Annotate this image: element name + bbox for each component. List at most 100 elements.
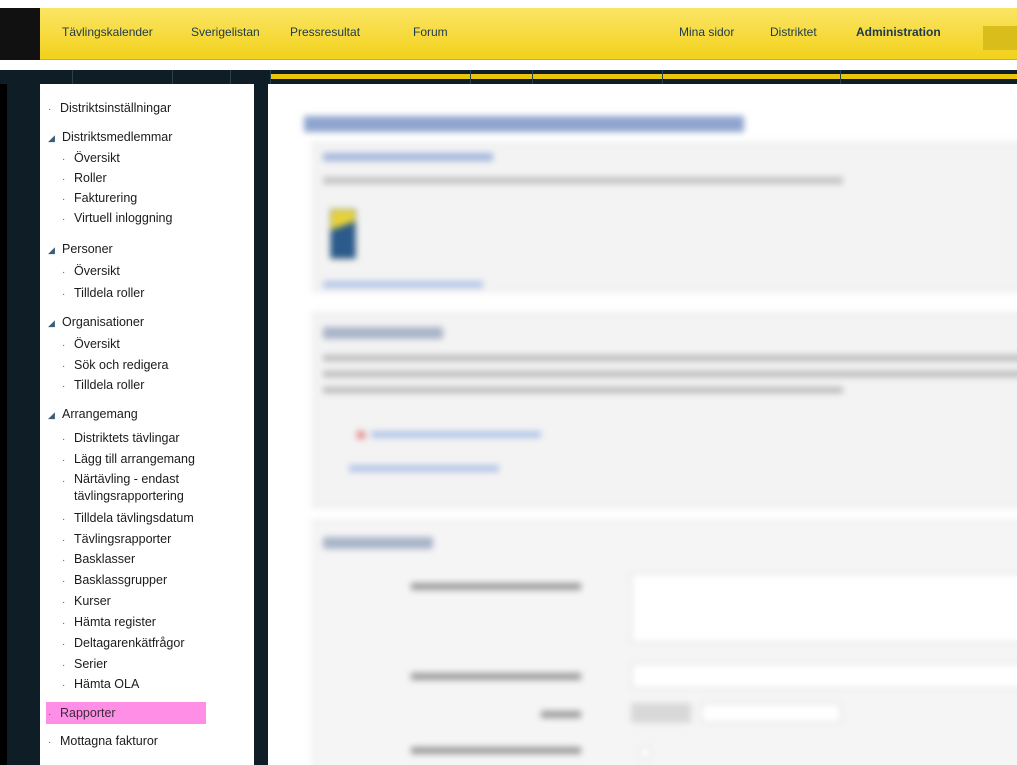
bullet-icon: ·: [62, 535, 66, 546]
sidebar-group-organisationer[interactable]: ◢ Organisationer: [48, 313, 246, 331]
sidebar-item-label: Distriktsmedlemmar: [62, 130, 173, 144]
panel-heading-placeholder: [323, 153, 493, 161]
sidebar-item-oversikt[interactable]: · Översikt: [62, 262, 248, 280]
settings-panel-3: [312, 520, 1017, 765]
panel-text-placeholder: [323, 355, 1017, 361]
bullet-icon: ·: [62, 680, 66, 691]
sidebar-item-tilldela-tavlingsdatum[interactable]: · Tilldela tävlingsdatum: [62, 509, 248, 527]
panel-heading-placeholder: [323, 537, 433, 549]
expanded-triangle-icon: ◢: [48, 318, 55, 328]
sidebar-item-nartavling[interactable]: · Närtävling - endast tävlingsrapporterin…: [62, 471, 248, 507]
expanded-triangle-icon: ◢: [48, 133, 55, 143]
yellow-accent-line: [270, 74, 1017, 79]
sidebar-item-hamta-ola[interactable]: · Hämta OLA: [62, 675, 248, 693]
sidebar-group-arrangemang[interactable]: ◢ Arrangemang: [48, 405, 246, 423]
sidebar-item-sok-och-redigera[interactable]: · Sök och redigera: [62, 356, 248, 374]
sidebar-item-label: Personer: [62, 242, 113, 256]
sidebar-item-serier[interactable]: · Serier: [62, 655, 248, 673]
sidebar-item-label: Distriktsinställningar: [60, 101, 172, 115]
sidebar-group-distriktsmedlemmar[interactable]: ◢ Distriktsmedlemmar: [48, 128, 246, 146]
sidebar-item-label: Översikt: [74, 337, 120, 351]
bullet-icon: ·: [62, 576, 66, 587]
sidebar-item-label: Kurser: [74, 594, 111, 608]
sidebar-item-virtuell-inloggning[interactable]: · Virtuell inloggning: [62, 209, 248, 227]
sidebar-item-label: Basklassgrupper: [74, 573, 168, 587]
strip-divider: [270, 70, 271, 84]
nav-link-pressresultat[interactable]: Pressresultat: [290, 25, 360, 39]
bullet-icon: ·: [62, 340, 66, 351]
nav-link-sverigelistan[interactable]: Sverigelistan: [191, 25, 260, 39]
sidebar-item-label: Organisationer: [62, 315, 144, 329]
sidebar-item-distriktets-tavlingar[interactable]: · Distriktets tävlingar: [62, 429, 248, 447]
bullet-icon: ·: [62, 289, 66, 300]
left-black-strip: [0, 8, 40, 60]
form-checkbox: [639, 747, 651, 759]
panel-text-placeholder: [323, 371, 1017, 377]
sidebar-item-deltagarenkatfragor[interactable]: · Deltagarenkätfrågor: [62, 634, 248, 652]
sidebar-item-label: Serier: [74, 657, 108, 671]
form-label-placeholder: [411, 673, 581, 680]
sidebar-group-personer[interactable]: ◢ Personer: [48, 240, 246, 258]
sidebar-item-label: Hämta register: [74, 615, 156, 629]
sidebar-item-fakturering[interactable]: · Fakturering: [62, 189, 248, 207]
bullet-icon: ·: [62, 455, 66, 466]
nav-link-administration[interactable]: Administration: [856, 25, 941, 39]
red-x-icon: [357, 431, 365, 439]
panel-link-placeholder: [349, 465, 499, 472]
sidebar-item-label: Tilldela roller: [74, 378, 145, 392]
panel-link-placeholder: [323, 281, 483, 288]
nav-link-distriktet[interactable]: Distriktet: [770, 25, 817, 39]
form-label-placeholder: [411, 747, 581, 754]
bullet-icon: ·: [62, 154, 66, 165]
sidebar-item-label: Närtävling - endast tävlingsrapportering: [74, 472, 184, 503]
sidebar-item-tavlingsrapporter[interactable]: · Tävlingsrapporter: [62, 530, 248, 548]
sidebar-item-label: Översikt: [74, 264, 120, 278]
sidebar-item-tilldela-roller[interactable]: · Tilldela roller: [62, 376, 248, 394]
sidebar-item-label: Hämta OLA: [74, 677, 140, 691]
left-frame-edge: [0, 84, 7, 765]
sidebar-item-label: Deltagarenkätfrågor: [74, 636, 185, 650]
sidebar-item-basklassgrupper[interactable]: · Basklassgrupper: [62, 571, 248, 589]
panel-link-placeholder: [371, 431, 541, 438]
sidebar-item-label: Tilldela roller: [74, 286, 145, 300]
sidebar-item-oversikt[interactable]: · Översikt: [62, 335, 248, 353]
nav-link-mina-sidor[interactable]: Mina sidor: [679, 25, 734, 39]
bullet-icon: ·: [62, 476, 66, 487]
sidebar-item-kurser[interactable]: · Kurser: [62, 592, 248, 610]
bullet-icon: ·: [48, 709, 52, 720]
top-navigation-bar: Tävlingskalender Sverigelistan Pressresu…: [0, 0, 1017, 70]
blurred-layer: [268, 84, 1017, 765]
sidebar-item-hamta-register[interactable]: · Hämta register: [62, 613, 248, 631]
sidebar-item-label: Tilldela tävlingsdatum: [74, 511, 194, 525]
settings-panel-1: [312, 142, 1017, 292]
sidebar-item-label: Mottagna fakturor: [60, 734, 158, 748]
bullet-icon: ·: [62, 597, 66, 608]
bullet-icon: ·: [62, 660, 66, 671]
nav-search-box[interactable]: [983, 26, 1017, 50]
sidebar-item-lagg-till-arrangemang[interactable]: · Lägg till arrangemang: [62, 450, 248, 468]
nav-link-tavlingskalender[interactable]: Tävlingskalender: [62, 25, 153, 39]
sidebar-item-label: Distriktets tävlingar: [74, 431, 180, 445]
form-chip-placeholder: [631, 703, 691, 723]
sidebar-item-basklasser[interactable]: · Basklasser: [62, 550, 248, 568]
bullet-icon: ·: [62, 214, 66, 225]
nav-link-forum[interactable]: Forum: [413, 25, 448, 39]
sidebar-item-rapporter[interactable]: · Rapporter: [46, 702, 206, 724]
sidebar-item-roller[interactable]: · Roller: [62, 169, 248, 187]
sidebar-item-oversikt[interactable]: · Översikt: [62, 149, 248, 167]
form-select: [701, 703, 841, 723]
bullet-icon: ·: [62, 267, 66, 278]
sidebar-item-label: Sök och redigera: [74, 358, 169, 372]
sidebar-item-label: Översikt: [74, 151, 120, 165]
strip-divider: [470, 70, 471, 84]
panel-text-placeholder: [323, 387, 843, 393]
sidebar-item-label: Basklasser: [74, 552, 136, 566]
sidebar-item-tilldela-roller[interactable]: · Tilldela roller: [62, 284, 248, 302]
sidebar-item-distriktsinstallningar[interactable]: · Distriktsinställningar: [48, 99, 246, 117]
strip-divider: [172, 70, 173, 84]
strip-divider: [662, 70, 663, 84]
panel-text-placeholder: [323, 177, 843, 184]
sidebar-item-label: Lägg till arrangemang: [74, 452, 195, 466]
bullet-icon: ·: [48, 737, 52, 748]
sidebar-item-mottagna-fakturor[interactable]: · Mottagna fakturor: [48, 732, 246, 750]
